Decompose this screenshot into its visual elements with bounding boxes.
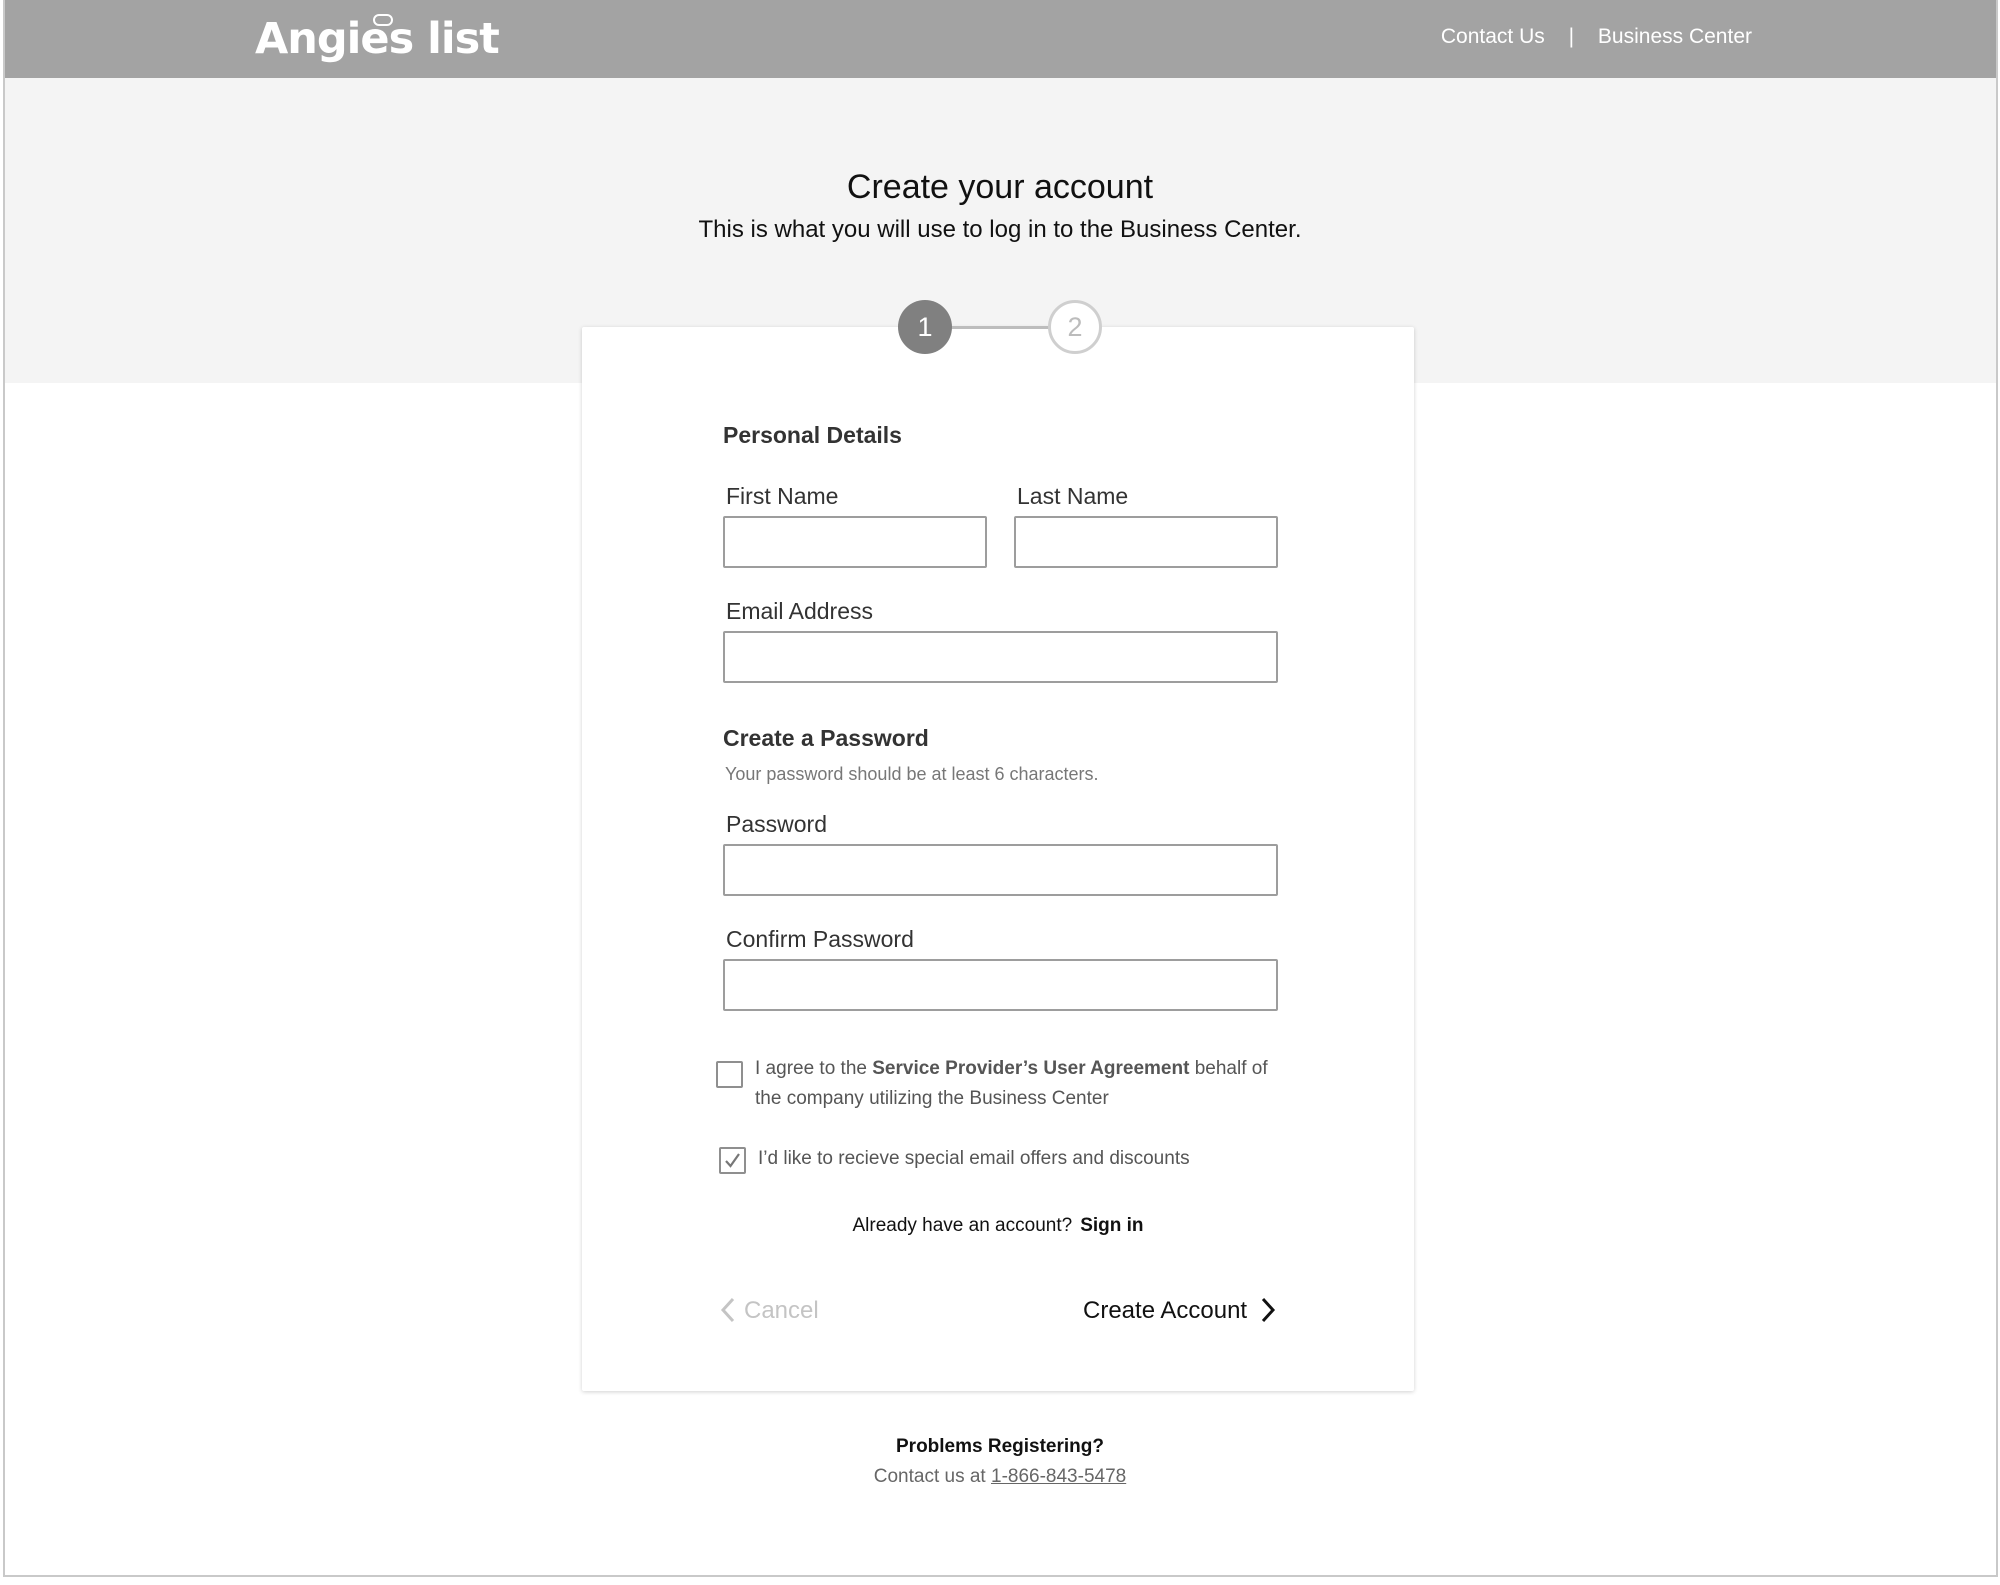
cancel-button[interactable]: Cancel	[720, 1297, 819, 1325]
signin-prompt: Already have an account?	[852, 1215, 1073, 1236]
first-name-label: First Name	[726, 483, 839, 509]
agreement-line-2: the company utilizing the Business Cente…	[755, 1088, 1109, 1109]
stepper-connector	[950, 326, 1050, 329]
user-agreement-link[interactable]: Service Provider’s User Agreement	[872, 1058, 1189, 1079]
create-account-label: Create Account	[1083, 1297, 1248, 1324]
agreement-checkbox[interactable]	[716, 1061, 743, 1088]
business-center-link[interactable]: Business Center	[1598, 25, 1752, 49]
angies-list-logo[interactable]: Angies list	[255, 12, 500, 66]
last-name-input[interactable]	[1014, 516, 1278, 568]
page-title: Create your account	[846, 168, 1154, 206]
page-subtitle: This is what you will use to log in to t…	[698, 216, 1302, 243]
agreement-text: I agree to the Service Provider’s User A…	[755, 1054, 1315, 1114]
step-1-indicator: 1	[898, 300, 952, 354]
email-label: Email Address	[726, 598, 874, 624]
offers-text: I’d like to recieve special email offers…	[758, 1148, 1190, 1169]
password-label: Password	[726, 811, 827, 837]
logo-speech-bubble-icon	[373, 14, 393, 26]
contact-prefix: Contact us at	[873, 1466, 991, 1487]
signin-row: Already have an account? Sign in	[582, 1215, 1414, 1237]
password-hint: Your password should be at least 6 chara…	[725, 764, 1099, 784]
email-input[interactable]	[723, 631, 1278, 683]
password-input[interactable]	[723, 844, 1278, 896]
last-name-label: Last Name	[1017, 483, 1129, 509]
offers-checkbox[interactable]	[719, 1147, 746, 1174]
top-bar: Angies list Contact Us | Business Center	[5, 0, 1996, 78]
confirm-password-label: Confirm Password	[726, 926, 914, 952]
agreement-prefix: I agree to the	[755, 1058, 873, 1079]
personal-details-heading: Personal Details	[723, 422, 902, 448]
chevron-left-icon	[720, 1297, 735, 1323]
sign-in-link[interactable]: Sign in	[1080, 1215, 1143, 1236]
agreement-suffix: behalf of	[1189, 1058, 1268, 1079]
contact-us-link[interactable]: Contact Us	[1441, 25, 1545, 49]
chevron-right-icon	[1261, 1297, 1275, 1323]
confirm-password-input[interactable]	[723, 959, 1278, 1011]
step-2-indicator: 2	[1048, 300, 1102, 354]
nav-separator: |	[1568, 25, 1575, 48]
password-heading: Create a Password	[723, 725, 929, 751]
checkmark-icon	[725, 1153, 740, 1168]
header-nav: Contact Us | Business Center	[1441, 25, 1752, 49]
support-phone-link[interactable]: 1-866-843-5478	[991, 1466, 1126, 1487]
problems-registering-heading: Problems Registering?	[896, 1436, 1104, 1457]
support-contact: Contact us at 1-866-843-5478	[0, 1466, 2000, 1488]
cancel-label: Cancel	[744, 1297, 819, 1324]
create-account-button[interactable]: Create Account	[1083, 1297, 1276, 1325]
first-name-input[interactable]	[723, 516, 987, 568]
